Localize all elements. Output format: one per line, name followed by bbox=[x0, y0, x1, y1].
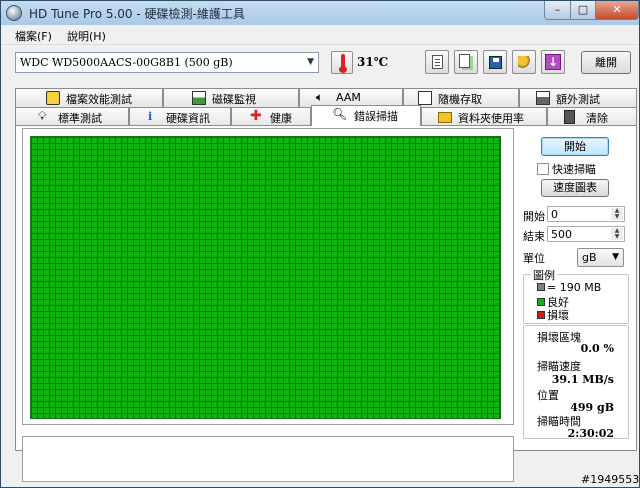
copy-text-icon bbox=[432, 55, 443, 69]
tab-label: 檔案效能測試 bbox=[66, 93, 132, 106]
end-field-label: 結束 bbox=[523, 230, 545, 243]
end-field[interactable]: 500 ▲ ▼ bbox=[547, 226, 625, 242]
scan-speed-label: 掃瞄速度 bbox=[537, 360, 581, 373]
scan-log[interactable] bbox=[22, 436, 514, 482]
tab-label: 健康 bbox=[270, 112, 292, 125]
tab-label: 額外測試 bbox=[556, 93, 600, 106]
legend-block-size: = 190 MB bbox=[537, 281, 601, 294]
copy-screenshot-icon bbox=[459, 54, 470, 68]
unit-select[interactable]: gB ▼ bbox=[577, 248, 624, 267]
start-button[interactable]: 開始 bbox=[541, 137, 609, 156]
tab-label: 清除 bbox=[586, 112, 608, 125]
end-field-value: 500 bbox=[551, 228, 572, 241]
good-swatch bbox=[537, 298, 545, 306]
menu-file[interactable]: 檔案(F) bbox=[15, 28, 52, 44]
maximize-button[interactable]: □ bbox=[570, 1, 596, 20]
copy-text-button[interactable] bbox=[425, 50, 449, 74]
health-cross-icon: ✚ bbox=[250, 108, 262, 124]
temperature-readout: 31℃ bbox=[357, 55, 389, 69]
info-icon: i bbox=[148, 110, 153, 123]
save-icon bbox=[489, 56, 502, 69]
drive-select[interactable]: WDC WD5000AACS-00G8B1 (500 gB) ▼ bbox=[15, 52, 319, 73]
unit-select-value: gB bbox=[582, 251, 597, 264]
title-bar[interactable]: HD Tune Pro 5.00 - 硬碟檢測-維護工具 – □ ✕ bbox=[1, 1, 639, 25]
speed-map-button[interactable]: 速度圖表 bbox=[541, 179, 609, 197]
tab-label: AAM bbox=[336, 91, 361, 104]
speaker-icon: 🔈︎ bbox=[316, 90, 324, 104]
tab-benchmark[interactable]: 💡︎ 標準測試 bbox=[15, 107, 129, 126]
chevron-down-icon: ▼ bbox=[612, 252, 619, 262]
tab-label: 硬碟資訊 bbox=[166, 112, 210, 125]
copy-screenshot-button[interactable] bbox=[454, 50, 478, 74]
tab-error-scan[interactable]: 🔍︎ 錯誤掃描 bbox=[311, 105, 421, 126]
chevron-down-icon: ▼ bbox=[307, 57, 314, 67]
random-access-icon bbox=[418, 91, 432, 105]
tab-info[interactable]: i 硬碟資訊 bbox=[129, 107, 231, 126]
extra-tests-icon bbox=[536, 91, 550, 105]
legend-bad-label: 損壞 bbox=[547, 309, 569, 322]
tab-disk-monitor[interactable]: 磁碟監視 bbox=[163, 88, 299, 107]
position-label: 位置 bbox=[537, 389, 559, 402]
damaged-blocks-label: 損壞區塊 bbox=[537, 331, 581, 344]
tab-label: 隨機存取 bbox=[438, 93, 482, 106]
tab-label: 錯誤掃描 bbox=[354, 110, 398, 123]
tab-label: 資料夾使用率 bbox=[458, 112, 524, 125]
unit-label: 單位 bbox=[523, 252, 545, 265]
block-map-frame bbox=[22, 128, 514, 425]
magnifier-icon: 🔍︎ bbox=[332, 107, 348, 121]
tab-file-benchmark[interactable]: 檔案效能測試 bbox=[15, 88, 163, 107]
block-map bbox=[30, 136, 501, 419]
minimize-button[interactable]: – bbox=[544, 1, 571, 20]
scan-speed-value: 39.1 MB/s bbox=[551, 373, 614, 386]
folder-icon bbox=[438, 112, 452, 123]
watermark: #1949553 bbox=[581, 473, 640, 486]
tab-extra-tests[interactable]: 額外測試 bbox=[519, 88, 637, 107]
app-window: HD Tune Pro 5.00 - 硬碟檢測-維護工具 – □ ✕ 檔案(F)… bbox=[0, 0, 640, 488]
benchmark-icon bbox=[46, 91, 60, 105]
tab-erase[interactable]: 清除 bbox=[547, 107, 637, 126]
options-icon bbox=[518, 56, 531, 69]
spinner-arrows-icon[interactable]: ▲ ▼ bbox=[611, 208, 623, 220]
start-field[interactable]: 0 ▲ ▼ bbox=[547, 206, 625, 222]
exit-button[interactable]: 離開 bbox=[581, 51, 631, 74]
menu-bar: 檔案(F) 說明(H) bbox=[1, 25, 639, 45]
quick-scan-label: 快速掃瞄 bbox=[552, 163, 596, 176]
tab-folder-usage[interactable]: 資料夾使用率 bbox=[421, 107, 547, 126]
window-title: HD Tune Pro 5.00 - 硬碟檢測-維護工具 bbox=[29, 7, 245, 21]
block-swatch bbox=[537, 283, 545, 291]
legend-block-label: = 190 MB bbox=[547, 281, 602, 294]
tab-label: 標準測試 bbox=[58, 112, 102, 125]
menu-help[interactable]: 說明(H) bbox=[67, 28, 106, 44]
start-field-value: 0 bbox=[551, 208, 558, 221]
bad-swatch bbox=[537, 311, 545, 319]
checkbox-icon[interactable] bbox=[537, 163, 549, 175]
monitor-icon bbox=[192, 91, 206, 105]
download-button[interactable]: ↓ bbox=[541, 50, 565, 74]
download-icon: ↓ bbox=[545, 54, 561, 70]
thermometer-icon[interactable] bbox=[331, 51, 353, 74]
close-button[interactable]: ✕ bbox=[595, 1, 639, 20]
scan-time-value: 2:30:02 bbox=[567, 427, 614, 440]
app-icon bbox=[6, 5, 22, 21]
trash-icon bbox=[564, 110, 575, 124]
quick-scan-checkbox[interactable]: 快速掃瞄 bbox=[537, 161, 596, 177]
legend-bad: 損壞 bbox=[537, 307, 569, 323]
tab-label: 磁碟監視 bbox=[212, 93, 256, 106]
save-button[interactable] bbox=[483, 50, 507, 74]
drive-select-value: WDC WD5000AACS-00G8B1 (500 gB) bbox=[20, 56, 233, 69]
start-field-label: 開始 bbox=[523, 210, 545, 223]
options-button[interactable] bbox=[512, 50, 536, 74]
spinner-arrows-icon[interactable]: ▲ ▼ bbox=[611, 228, 623, 240]
tab-health[interactable]: ✚ 健康 bbox=[231, 107, 311, 126]
damaged-blocks-value: 0.0 % bbox=[580, 342, 614, 355]
lightbulb-icon: 💡︎ bbox=[38, 109, 47, 123]
